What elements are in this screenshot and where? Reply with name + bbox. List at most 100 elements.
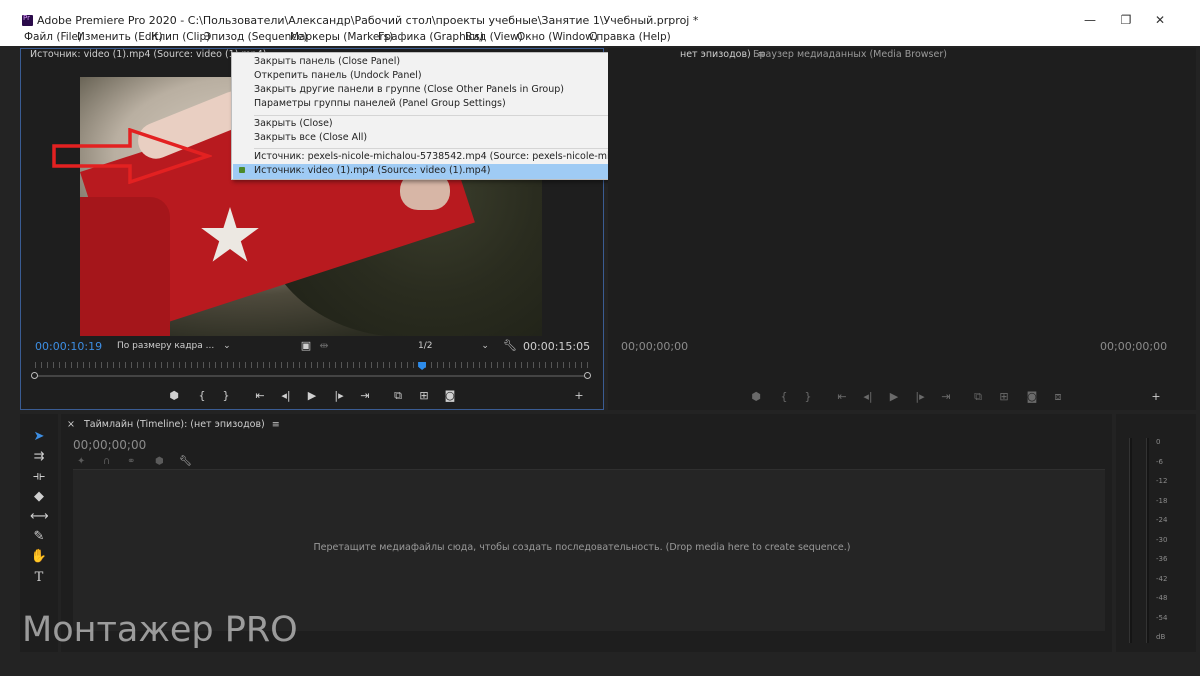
resolution-value: 1/2 bbox=[418, 341, 433, 351]
program-monitor-panel bbox=[608, 48, 1196, 410]
menu-item-close-panel[interactable]: Закрыть панель (Close Panel) bbox=[254, 56, 400, 67]
comparison-view-icon[interactable]: ⧈ bbox=[1050, 390, 1066, 404]
menu-item-source-video[interactable]: Источник: video (1).mp4 (Source: video (… bbox=[254, 165, 490, 176]
chevron-down-icon: ⌄ bbox=[481, 341, 489, 351]
program-current-time: 00;00;00;00 bbox=[621, 340, 689, 353]
add-button-icon[interactable]: + bbox=[1148, 390, 1164, 403]
meter-label: -30 bbox=[1156, 535, 1168, 544]
step-back-icon[interactable]: ◂| bbox=[278, 390, 294, 402]
program-tab-label: нет эпизодов) bbox=[680, 49, 751, 60]
slip-tool-icon[interactable]: ⟷ bbox=[30, 508, 49, 526]
menu-clip[interactable]: Клип (Clip) bbox=[151, 31, 210, 43]
add-button-icon[interactable]: + bbox=[571, 390, 587, 402]
menu-edit[interactable]: Изменить (Edit) bbox=[77, 31, 163, 43]
title-bar: Adobe Premiere Pro 2020 - C:\Пользовател… bbox=[0, 0, 1200, 30]
chevron-down-icon: ⌄ bbox=[223, 341, 231, 351]
panel-menu-icon[interactable]: ≡ bbox=[272, 419, 280, 430]
fit-value: По размеру кадра ... bbox=[117, 341, 215, 351]
timeline-tab-label: Таймлайн (Timeline): (нет эпизодов) bbox=[84, 419, 265, 430]
linked-selection-icon[interactable]: ⚭ bbox=[127, 456, 135, 467]
wrench-icon[interactable]: 🔧︎ bbox=[502, 340, 518, 352]
insert-icon[interactable]: ⧉ bbox=[390, 390, 406, 402]
zoom-handle-right[interactable] bbox=[584, 372, 591, 379]
type-tool-icon[interactable]: T bbox=[30, 569, 48, 587]
mark-in-icon[interactable]: { bbox=[194, 390, 210, 402]
zoom-handle-left[interactable] bbox=[31, 372, 38, 379]
watermark: Монтажер PRO bbox=[22, 610, 298, 650]
add-marker-icon[interactable]: ⬢ bbox=[166, 390, 182, 402]
meter-label: 0 bbox=[1156, 438, 1161, 446]
premiere-logo-icon bbox=[22, 14, 33, 26]
go-to-out-icon[interactable]: ⇥ bbox=[938, 390, 954, 403]
menu-item-close-all[interactable]: Закрыть все (Close All) bbox=[254, 132, 367, 143]
nest-icon[interactable]: ✦ bbox=[77, 456, 85, 467]
export-frame-icon[interactable]: ◙ bbox=[442, 390, 458, 402]
selection-tool-icon[interactable]: ➤ bbox=[30, 428, 48, 446]
safe-margins-icon[interactable]: ⇹ bbox=[316, 340, 332, 352]
menu-item-close[interactable]: Закрыть (Close) bbox=[254, 118, 333, 129]
timeline-tab[interactable]: × Таймлайн (Timeline): (нет эпизодов) ≡ bbox=[67, 419, 280, 430]
media-browser-tab[interactable]: Браузер медиаданных (Media Browser) bbox=[753, 49, 947, 65]
window-title: Adobe Premiere Pro 2020 - C:\Пользовател… bbox=[37, 14, 699, 27]
export-frame-icon[interactable]: ◙ bbox=[1024, 390, 1040, 403]
program-duration: 00;00;00;00 bbox=[1100, 340, 1168, 353]
menu-view[interactable]: Вид (View) bbox=[465, 31, 523, 43]
menu-item-close-other-panels[interactable]: Закрыть другие панели в группе (Close Ot… bbox=[254, 84, 564, 95]
close-button[interactable]: ✕ bbox=[1146, 12, 1174, 28]
menu-item-undock-panel[interactable]: Открепить панель (Undock Panel) bbox=[254, 70, 422, 81]
mark-in-icon[interactable]: { bbox=[776, 390, 792, 403]
audio-meter-left bbox=[1129, 438, 1132, 643]
source-current-time[interactable]: 00:00:10:19 bbox=[35, 340, 102, 353]
razor-tool-icon[interactable]: ◆ bbox=[30, 488, 48, 506]
overwrite-icon[interactable]: ⊞ bbox=[416, 390, 432, 402]
minimize-button[interactable]: — bbox=[1076, 12, 1104, 28]
lift-icon[interactable]: ⧉ bbox=[970, 390, 986, 404]
step-forward-icon[interactable]: |▸ bbox=[912, 390, 928, 403]
resolution-dropdown[interactable]: 1/2 ⌄ bbox=[418, 341, 489, 351]
restore-button[interactable]: ❐ bbox=[1112, 12, 1140, 28]
source-duration: 00:00:15:05 bbox=[523, 340, 591, 353]
pen-tool-icon[interactable]: ✎ bbox=[30, 528, 48, 546]
meter-label: -36 bbox=[1156, 555, 1168, 563]
source-zoom-bar[interactable] bbox=[35, 375, 588, 377]
extract-icon[interactable]: ⊞ bbox=[996, 390, 1012, 403]
menu-help[interactable]: Справка (Help) bbox=[589, 31, 671, 43]
checkmark-icon bbox=[239, 167, 245, 173]
hand-tool-icon[interactable]: ✋ bbox=[30, 548, 48, 566]
go-to-out-icon[interactable]: ⇥ bbox=[357, 390, 373, 402]
add-marker-icon[interactable]: ⬢ bbox=[748, 390, 764, 403]
meter-label: -42 bbox=[1156, 574, 1168, 583]
meter-label: -24 bbox=[1156, 516, 1168, 524]
ripple-edit-tool-icon[interactable]: ⟛ bbox=[30, 468, 48, 486]
status-bar bbox=[0, 652, 1200, 676]
play-icon[interactable]: ▶ bbox=[304, 390, 320, 402]
menu-item-panel-group-settings[interactable]: Параметры группы панелей (Panel Group Se… bbox=[254, 98, 506, 109]
menu-window[interactable]: Окно (Window) bbox=[517, 31, 598, 43]
timeline-timecode[interactable]: 00;00;00;00 bbox=[73, 438, 146, 452]
close-icon[interactable]: × bbox=[67, 419, 75, 430]
meter-label: -18 bbox=[1156, 496, 1168, 505]
mark-out-icon[interactable]: } bbox=[218, 390, 234, 402]
go-to-in-icon[interactable]: ⇤ bbox=[834, 390, 850, 403]
meter-label: -54 bbox=[1156, 613, 1168, 622]
step-forward-icon[interactable]: |▸ bbox=[331, 390, 347, 402]
drop-media-message: Перетащите медиафайлы сюда, чтобы создат… bbox=[313, 542, 851, 553]
add-marker-icon[interactable]: ⬢ bbox=[155, 456, 164, 467]
settings-square-icon[interactable]: ▣ bbox=[298, 340, 314, 352]
track-select-tool-icon[interactable]: ⇉ bbox=[30, 448, 48, 466]
source-time-ruler[interactable] bbox=[35, 362, 588, 368]
go-to-in-icon[interactable]: ⇤ bbox=[252, 390, 268, 402]
mark-out-icon[interactable]: } bbox=[800, 390, 816, 403]
step-back-icon[interactable]: ◂| bbox=[860, 390, 876, 403]
menu-bar: Файл (File) Изменить (Edit) Клип (Clip) … bbox=[0, 30, 1200, 46]
fit-dropdown[interactable]: По размеру кадра ... ⌄ bbox=[117, 341, 231, 351]
meter-label: -6 bbox=[1156, 457, 1163, 466]
meter-label: -48 bbox=[1156, 594, 1168, 602]
wrench-icon[interactable]: 🔧︎ bbox=[179, 456, 192, 467]
menu-file[interactable]: Файл (File) bbox=[24, 31, 82, 43]
play-icon[interactable]: ▶ bbox=[886, 390, 902, 403]
red-arrow-annotation-icon bbox=[52, 128, 212, 184]
meter-label: -12 bbox=[1156, 477, 1168, 485]
snap-icon[interactable]: ∩ bbox=[103, 456, 110, 467]
audio-meter-right bbox=[1146, 438, 1149, 643]
